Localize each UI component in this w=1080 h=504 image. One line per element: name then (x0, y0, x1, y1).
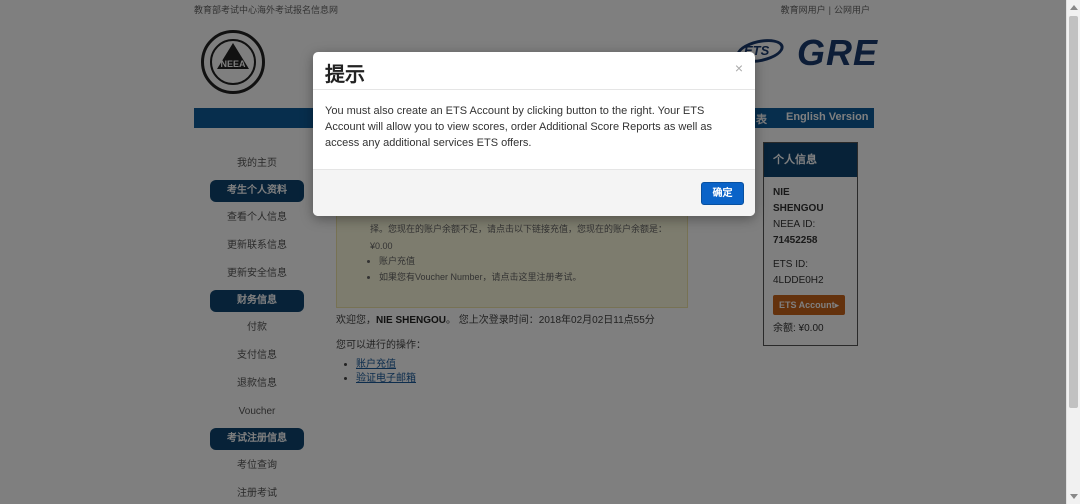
scroll-up-arrow-icon[interactable] (1070, 5, 1078, 10)
modal-footer: 确定 (313, 169, 755, 216)
close-icon[interactable]: × (735, 60, 743, 76)
confirm-button[interactable]: 确定 (701, 182, 744, 205)
alert-modal: 提示 × You must also create an ETS Account… (313, 52, 755, 216)
modal-header: 提示 × (313, 52, 755, 90)
scroll-thumb[interactable] (1069, 16, 1078, 408)
scroll-down-arrow-icon[interactable] (1070, 494, 1078, 499)
modal-title: 提示 (325, 64, 365, 86)
modal-message: You must also create an ETS Account by c… (325, 105, 713, 149)
page-scrollbar[interactable] (1066, 0, 1080, 504)
